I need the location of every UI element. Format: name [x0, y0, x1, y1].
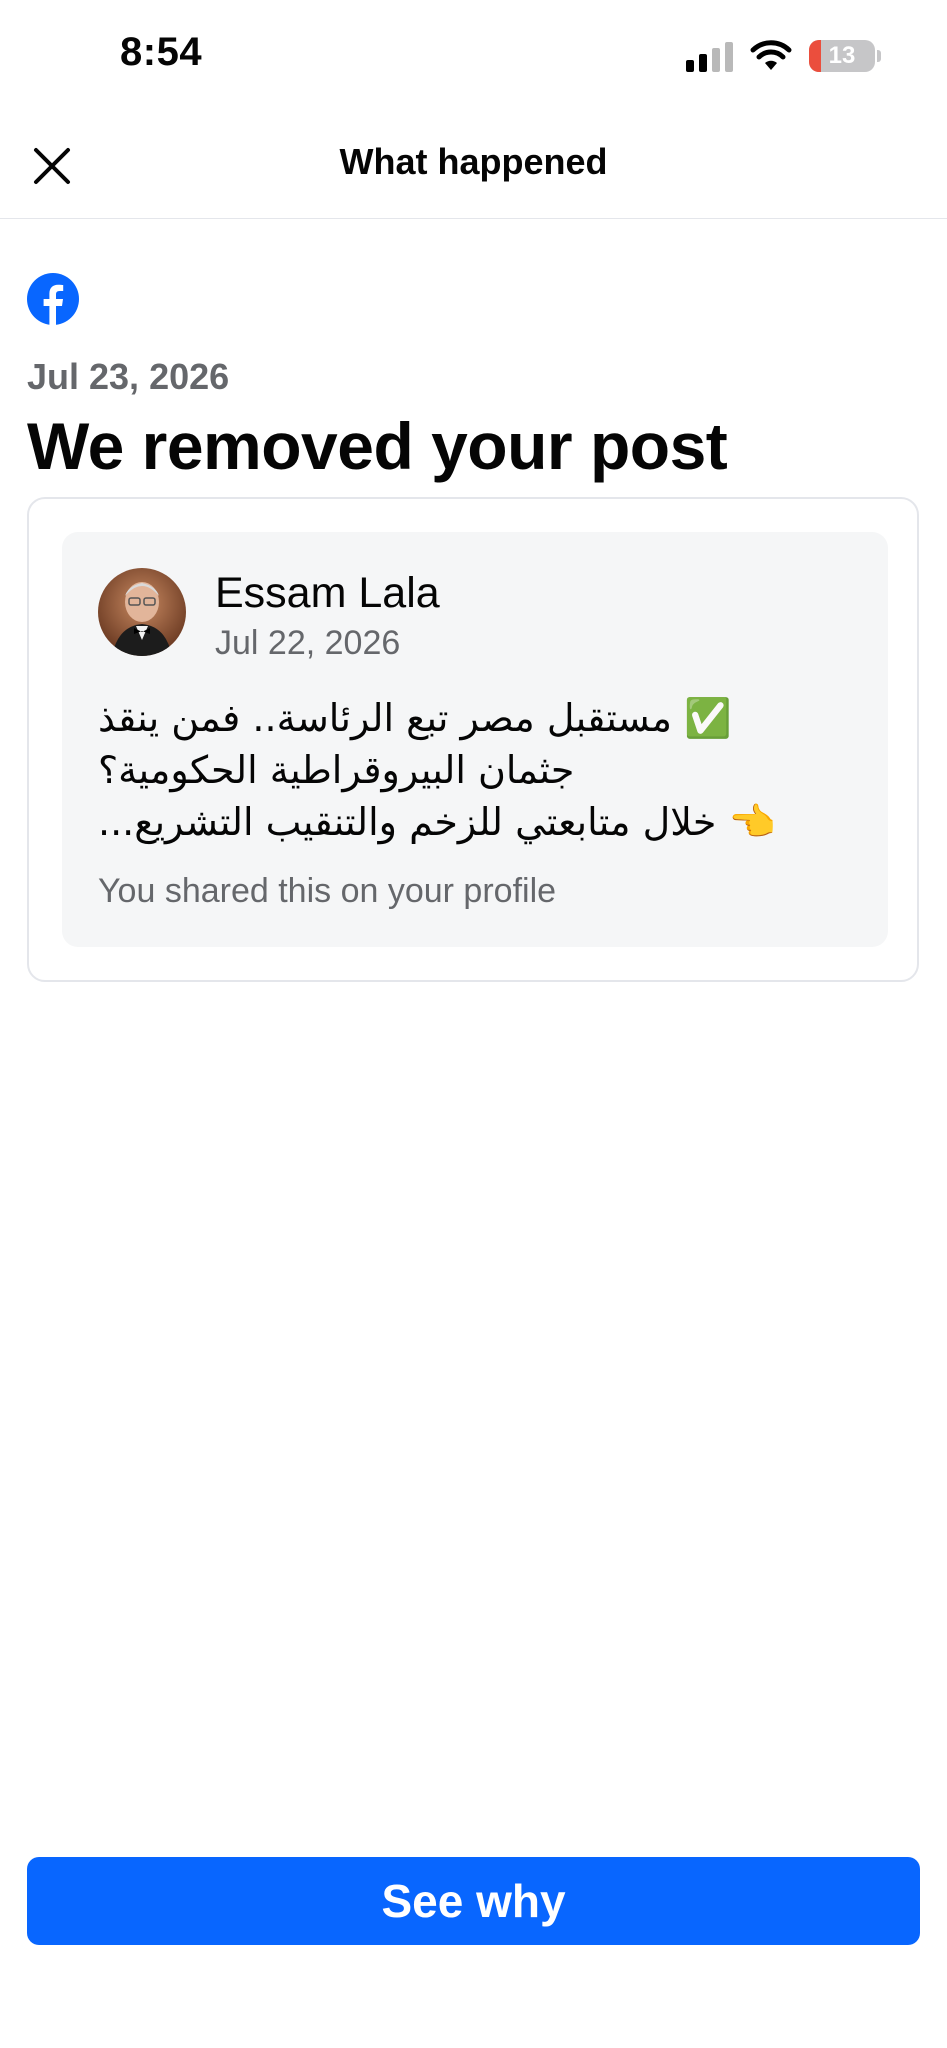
post-text-line: ✅ مستقبل مصر تبع الرئاسة.. فمن ينقذ	[98, 696, 732, 740]
status-icons: 13	[686, 36, 881, 76]
facebook-logo-icon	[27, 273, 79, 325]
notice-date: Jul 23, 2026	[27, 356, 230, 397]
nav-bar: What happened	[0, 110, 947, 219]
post-text: ✅ مستقبل مصر تبع الرئاسة.. فمن ينقذ جثما…	[98, 692, 826, 848]
removed-post-card[interactable]: Essam Lala Jul 22, 2026 ✅ مستقبل مصر تبع…	[27, 497, 919, 982]
post-preview[interactable]: Essam Lala Jul 22, 2026 ✅ مستقبل مصر تبع…	[62, 532, 888, 947]
cellular-signal-icon	[686, 40, 733, 72]
post-author: Essam Lala	[215, 569, 440, 617]
battery-level: 13	[828, 42, 856, 69]
status-time: 8:54	[120, 30, 203, 74]
shared-note: You shared this on your profile	[98, 872, 557, 910]
wifi-icon	[750, 40, 792, 70]
post-text-line: جثمان البيروقراطية الحكومية؟	[98, 748, 575, 792]
avatar	[98, 568, 186, 656]
notice-heading: We removed your post	[27, 409, 728, 483]
page-title: What happened	[339, 141, 608, 182]
post-date: Jul 22, 2026	[215, 624, 401, 662]
battery-icon: 13	[809, 40, 875, 72]
post-text-line: 👈 خلال متابعتي للزخم والتنقيب التشريع...	[98, 800, 776, 844]
see-why-button[interactable]: See why	[27, 1857, 920, 1945]
status-bar: 8:54 13	[0, 0, 947, 110]
